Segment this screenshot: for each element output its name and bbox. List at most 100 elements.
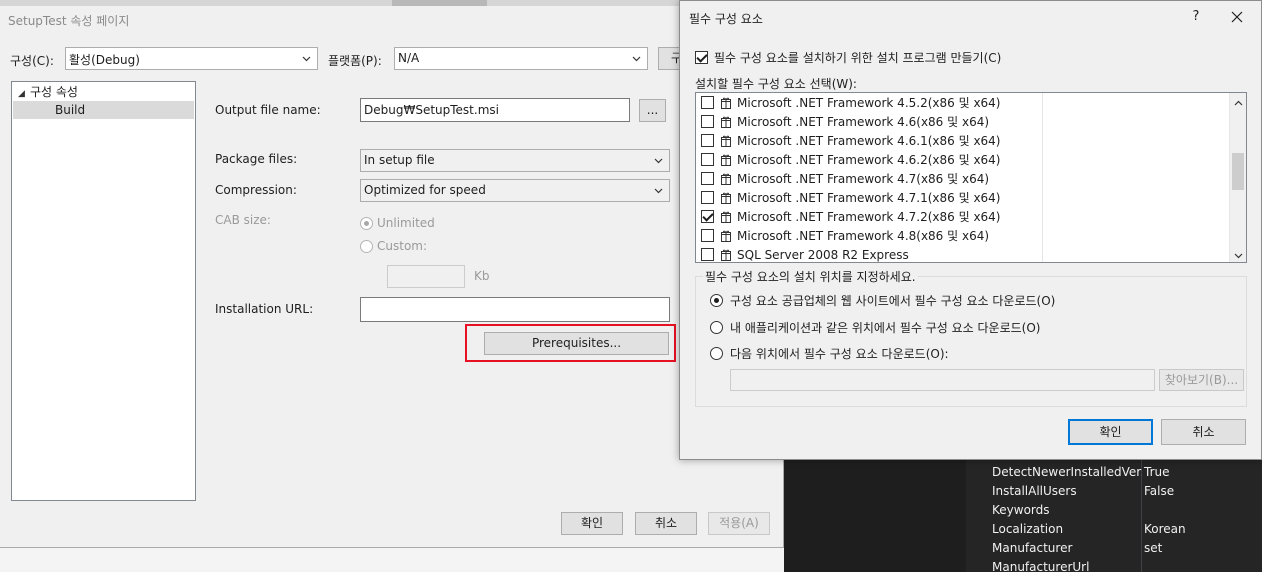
- list-column-divider: [1042, 93, 1043, 262]
- package-icon: [721, 97, 731, 109]
- compression-dropdown[interactable]: Optimized for speed: [360, 179, 670, 202]
- location-browse-button[interactable]: 찾아보기(B)...: [1159, 369, 1244, 391]
- platform-dropdown[interactable]: N/A: [394, 47, 648, 70]
- property-value: True: [1144, 465, 1170, 479]
- radio-label: 구성 요소 공급업체의 웹 사이트에서 필수 구성 요소 다운로드(O): [730, 294, 1056, 308]
- checkbox-indicator: [695, 51, 708, 64]
- checkbox-label: 필수 구성 요소를 설치하기 위한 설치 프로그램 만들기(C): [714, 51, 1002, 65]
- cab-custom-radio[interactable]: Custom:: [360, 239, 427, 253]
- prerequisite-checkbox[interactable]: [701, 115, 714, 128]
- radio-indicator: [710, 294, 723, 307]
- prerequisite-item[interactable]: Microsoft .NET Framework 4.7.1(x86 및 x64…: [701, 188, 1001, 207]
- installation-url-input[interactable]: [360, 297, 670, 322]
- prerequisites-list: Microsoft .NET Framework 4.5.2(x86 및 x64…: [695, 92, 1247, 263]
- property-row[interactable]: InstallAllUsers False: [966, 482, 1262, 501]
- window-title: SetupTest 속성 페이지: [8, 14, 130, 28]
- prerequisite-checkbox[interactable]: [701, 229, 714, 242]
- config-value: 활성(Debug): [69, 53, 140, 67]
- compression-label: Compression:: [215, 183, 297, 197]
- installation-url-label: Installation URL:: [215, 302, 314, 316]
- prerequisite-label: Microsoft .NET Framework 4.7(x86 및 x64): [737, 172, 990, 186]
- property-row[interactable]: ManufacturerUrl: [966, 558, 1262, 572]
- prerequisite-item[interactable]: Microsoft .NET Framework 4.6.2(x86 및 x64…: [701, 150, 1001, 169]
- location-path-input[interactable]: [730, 369, 1155, 391]
- prerequisite-item[interactable]: Microsoft .NET Framework 4.6.1(x86 및 x64…: [701, 131, 1001, 150]
- property-row[interactable]: Localization Korean: [966, 520, 1262, 539]
- radio-label: 다음 위치에서 필수 구성 요소 다운로드(O):: [730, 347, 949, 361]
- compression-value: Optimized for speed: [364, 183, 486, 197]
- tree-node-build[interactable]: Build: [13, 101, 194, 119]
- property-value: False: [1144, 484, 1175, 498]
- prerequisite-item[interactable]: Microsoft .NET Framework 4.5.2(x86 및 x64…: [701, 93, 1001, 112]
- close-icon[interactable]: [1228, 8, 1246, 26]
- chevron-down-icon: [654, 186, 663, 195]
- prerequisite-label: Microsoft .NET Framework 4.5.2(x86 및 x64…: [737, 96, 1001, 110]
- radio-indicator: [360, 239, 373, 253]
- package-icon: [721, 192, 731, 204]
- location-custom-radio[interactable]: 다음 위치에서 필수 구성 요소 다운로드(O):: [710, 345, 949, 362]
- location-same-as-app-radio[interactable]: 내 애플리케이션과 같은 위치에서 필수 구성 요소 다운로드(O): [710, 319, 1040, 336]
- dialog-title: 필수 구성 요소: [689, 12, 763, 26]
- location-vendor-website-radio[interactable]: 구성 요소 공급업체의 웹 사이트에서 필수 구성 요소 다운로드(O): [710, 292, 1055, 309]
- prerequisite-checkbox[interactable]: [701, 153, 714, 166]
- prerequisite-label: SQL Server 2008 R2 Express: [737, 247, 909, 262]
- cancel-button[interactable]: 취소: [635, 512, 697, 535]
- config-dropdown[interactable]: 활성(Debug): [65, 47, 318, 70]
- output-file-label: Output file name:: [215, 103, 321, 117]
- package-files-dropdown[interactable]: In setup file: [360, 149, 670, 172]
- prerequisites-highlight-box: [465, 324, 676, 362]
- ok-button[interactable]: 확인: [561, 512, 623, 535]
- prerequisite-item[interactable]: Microsoft .NET Framework 4.6(x86 및 x64): [701, 112, 989, 131]
- tree-node-config-properties[interactable]: ◢ 구성 속성: [18, 83, 78, 101]
- prerequisites-dialog: 필수 구성 요소 ? 필수 구성 요소를 설치하기 위한 설치 프로그램 만들기…: [679, 0, 1262, 460]
- create-setup-checkbox[interactable]: 필수 구성 요소를 설치하기 위한 설치 프로그램 만들기(C): [695, 49, 1001, 66]
- property-value: set: [1144, 541, 1163, 555]
- dialog-cancel-button[interactable]: 취소: [1161, 419, 1246, 445]
- prerequisite-item[interactable]: SQL Server 2008 R2 Express: [701, 245, 909, 262]
- package-icon: [721, 211, 731, 223]
- install-location-group-title: 필수 구성 요소의 설치 위치를 지정하세요.: [703, 268, 918, 285]
- config-label: 구성(C):: [10, 54, 54, 68]
- property-grid: DetectNewerInstalledVersio True InstallAl…: [966, 459, 1262, 572]
- prerequisite-checkbox[interactable]: [701, 172, 714, 185]
- platform-label: 플랫폼(P):: [328, 54, 382, 68]
- output-file-input[interactable]: Debug₩SetupTest.msi: [360, 98, 630, 122]
- help-icon[interactable]: ?: [1188, 9, 1204, 24]
- prerequisite-label: Microsoft .NET Framework 4.8(x86 및 x64): [737, 229, 990, 243]
- list-scrollbar[interactable]: [1229, 93, 1246, 262]
- prerequisite-checkbox[interactable]: [701, 191, 714, 204]
- package-files-label: Package files:: [215, 152, 298, 166]
- radio-label: Unlimited: [377, 216, 435, 230]
- radio-label: 내 애플리케이션과 같은 위치에서 필수 구성 요소 다운로드(O): [730, 321, 1041, 335]
- background-below-window: [0, 548, 784, 572]
- choose-prerequisites-label: 설치할 필수 구성 요소 선택(W):: [695, 77, 857, 91]
- package-icon: [721, 154, 731, 166]
- prerequisite-label: Microsoft .NET Framework 4.7.2(x86 및 x64…: [737, 210, 1001, 224]
- prerequisite-checkbox[interactable]: [701, 248, 714, 261]
- scrollbar-thumb[interactable]: [1232, 153, 1244, 190]
- property-row[interactable]: DetectNewerInstalledVersio True: [966, 463, 1262, 482]
- prerequisite-checkbox[interactable]: [701, 210, 714, 223]
- chevron-down-icon: [302, 54, 311, 63]
- cab-unlimited-radio[interactable]: Unlimited: [360, 216, 435, 230]
- dialog-ok-button[interactable]: 확인: [1068, 419, 1153, 445]
- property-row[interactable]: Keywords: [966, 501, 1262, 520]
- radio-indicator: [710, 321, 723, 334]
- prerequisite-item[interactable]: Microsoft .NET Framework 4.7.2(x86 및 x64…: [701, 207, 1001, 226]
- prerequisite-item[interactable]: Microsoft .NET Framework 4.8(x86 및 x64): [701, 226, 989, 245]
- prerequisite-item[interactable]: Microsoft .NET Framework 4.7(x86 및 x64): [701, 169, 989, 188]
- package-files-value: In setup file: [364, 153, 435, 167]
- output-file-browse-button[interactable]: ...: [639, 99, 666, 122]
- apply-button[interactable]: 적용(A): [708, 512, 770, 535]
- package-icon: [721, 135, 731, 147]
- scroll-up-icon[interactable]: [1234, 97, 1243, 106]
- radio-indicator: [710, 347, 723, 360]
- scroll-down-icon[interactable]: [1234, 249, 1243, 259]
- property-name: DetectNewerInstalledVersio: [992, 465, 1142, 479]
- prerequisite-checkbox[interactable]: [701, 96, 714, 109]
- prerequisite-label: Microsoft .NET Framework 4.6(x86 및 x64): [737, 115, 990, 129]
- prerequisite-checkbox[interactable]: [701, 134, 714, 147]
- cab-custom-size-input[interactable]: [387, 265, 465, 288]
- property-row[interactable]: Manufacturer set: [966, 539, 1262, 558]
- radio-label: Custom:: [377, 239, 428, 253]
